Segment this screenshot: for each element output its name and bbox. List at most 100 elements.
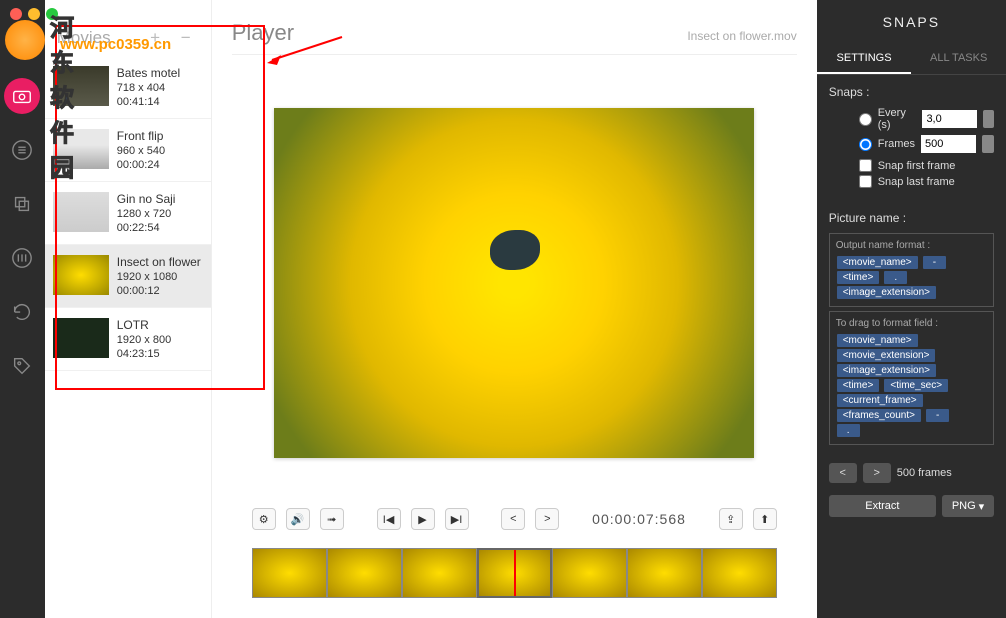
picture-name-label: Picture name :: [829, 211, 994, 225]
window-controls[interactable]: [10, 8, 58, 20]
fmt-tag[interactable]: -: [923, 256, 946, 269]
fmt-tag[interactable]: <time>: [837, 271, 880, 284]
frames-label: Frames: [878, 138, 915, 150]
add-movie-button[interactable]: +: [150, 28, 168, 47]
export-icon[interactable]: ⇪: [719, 508, 743, 530]
movie-title: Insect on flower: [117, 255, 201, 269]
speed-icon[interactable]: ➟: [320, 508, 344, 530]
fmt-tag[interactable]: -: [926, 409, 949, 422]
snap-first-checkbox[interactable]: [859, 159, 872, 172]
fmt-tag[interactable]: <image_extension>: [837, 286, 936, 299]
prev-frame-button[interactable]: I◀: [377, 508, 401, 530]
movie-item-insect[interactable]: Insect on flower 1920 x 1080 00:00:12: [45, 245, 211, 308]
step-forward-button[interactable]: >: [535, 508, 559, 530]
movie-title: Front flip: [117, 129, 165, 143]
zoom-icon[interactable]: [46, 8, 58, 20]
movie-item-bates[interactable]: Bates motel 718 x 404 00:41:14: [45, 56, 211, 119]
camera-icon[interactable]: [4, 78, 40, 114]
movie-title: Gin no Saji: [117, 192, 176, 206]
left-toolbar: [0, 0, 45, 618]
drag-format-box[interactable]: To drag to format field : <movie_name> <…: [829, 311, 994, 445]
movie-title: LOTR: [117, 318, 171, 332]
close-icon[interactable]: [10, 8, 22, 20]
snaps-panel: SNAPS SETTINGS ALL TASKS Snaps : Every (…: [817, 0, 1006, 618]
annotation-arrow: [267, 35, 347, 65]
movie-item-lotr[interactable]: LOTR 1920 x 800 04:23:15: [45, 308, 211, 371]
player-panel: Player Insect on flower.mov ⚙ 🔊 ➟ I◀ ▶ ▶…: [212, 0, 817, 618]
volume-icon[interactable]: 🔊: [286, 508, 310, 530]
movies-panel: Movies + − Bates motel 718 x 404 00:41:1…: [45, 0, 212, 618]
thumbnail: [53, 192, 109, 232]
movie-dur: 00:00:24: [117, 159, 165, 171]
list-icon[interactable]: [4, 132, 40, 168]
fmt-tag[interactable]: .: [837, 424, 860, 437]
thumbnail: [53, 255, 109, 295]
snaps-title: SNAPS: [817, 0, 1006, 44]
next-frame-button[interactable]: ▶I: [445, 508, 469, 530]
fmt-tag[interactable]: <current_frame>: [837, 394, 923, 407]
frames-stepper[interactable]: [982, 135, 994, 153]
movie-dur: 00:41:14: [117, 96, 180, 108]
thumbnail: [53, 66, 109, 106]
frames-field[interactable]: [921, 135, 976, 153]
movie-res: 1920 x 800: [117, 334, 171, 346]
fmt-tag[interactable]: <movie_extension>: [837, 349, 936, 362]
movie-dur: 04:23:15: [117, 348, 171, 360]
video-frame[interactable]: [274, 108, 754, 458]
extract-button[interactable]: Extract: [829, 495, 936, 517]
drag-format-label: To drag to format field :: [836, 318, 987, 329]
movie-item-gin[interactable]: Gin no Saji 1280 x 720 00:22:54: [45, 182, 211, 245]
frames-status: 500 frames: [897, 467, 952, 479]
play-button[interactable]: ▶: [411, 508, 435, 530]
output-format-label: Output name format :: [836, 240, 987, 251]
filmstrip-frame[interactable]: [702, 548, 777, 598]
every-label: Every (s): [878, 107, 917, 131]
tag-icon[interactable]: [4, 348, 40, 384]
filmstrip-frame[interactable]: [627, 548, 702, 598]
tab-alltasks[interactable]: ALL TASKS: [911, 44, 1006, 74]
player-filename: Insect on flower.mov: [687, 29, 796, 43]
timecode: 00:00:07:568: [592, 511, 686, 527]
every-stepper[interactable]: [983, 110, 994, 128]
format-select[interactable]: PNG▾: [942, 495, 994, 517]
movie-dur: 00:22:54: [117, 222, 176, 234]
step-back-button[interactable]: <: [501, 508, 525, 530]
fmt-tag[interactable]: <image_extension>: [837, 364, 936, 377]
thumbnail: [53, 318, 109, 358]
filmstrip-frame[interactable]: [327, 548, 402, 598]
snap-last-checkbox[interactable]: [859, 175, 872, 188]
book-icon[interactable]: [4, 240, 40, 276]
filmstrip-frame[interactable]: [252, 548, 327, 598]
fmt-tag[interactable]: <frames_count>: [837, 409, 921, 422]
snaps-label: Snaps :: [829, 85, 994, 99]
prev-button[interactable]: <: [829, 463, 857, 483]
movie-res: 718 x 404: [117, 82, 180, 94]
fmt-tag[interactable]: <movie_name>: [837, 334, 918, 347]
remove-movie-button[interactable]: −: [181, 28, 199, 47]
movie-res: 1280 x 720: [117, 208, 176, 220]
settings-icon[interactable]: ⚙: [252, 508, 276, 530]
every-field[interactable]: [922, 110, 977, 128]
filmstrip-frame[interactable]: [402, 548, 477, 598]
filmstrip-frame[interactable]: [552, 548, 627, 598]
copy-icon[interactable]: [4, 186, 40, 222]
share-icon[interactable]: ⬆: [753, 508, 777, 530]
fmt-tag[interactable]: <time>: [837, 379, 880, 392]
tab-settings[interactable]: SETTINGS: [817, 44, 912, 74]
every-radio[interactable]: [859, 113, 872, 126]
filmstrip-frame-current[interactable]: [477, 548, 552, 598]
movie-title: Bates motel: [117, 66, 180, 80]
movie-dur: 00:00:12: [117, 285, 201, 297]
output-format-box[interactable]: Output name format : <movie_name> - <tim…: [829, 233, 994, 307]
movie-res: 960 x 540: [117, 145, 165, 157]
fmt-tag[interactable]: <movie_name>: [837, 256, 918, 269]
fmt-tag[interactable]: <time_sec>: [884, 379, 948, 392]
fmt-tag[interactable]: .: [884, 271, 907, 284]
frames-radio[interactable]: [859, 138, 872, 151]
minimize-icon[interactable]: [28, 8, 40, 20]
next-button[interactable]: >: [863, 463, 891, 483]
refresh-icon[interactable]: [4, 294, 40, 330]
video-subject: [490, 230, 540, 270]
movie-item-flip[interactable]: Front flip 960 x 540 00:00:24: [45, 119, 211, 182]
filmstrip[interactable]: [232, 538, 797, 608]
